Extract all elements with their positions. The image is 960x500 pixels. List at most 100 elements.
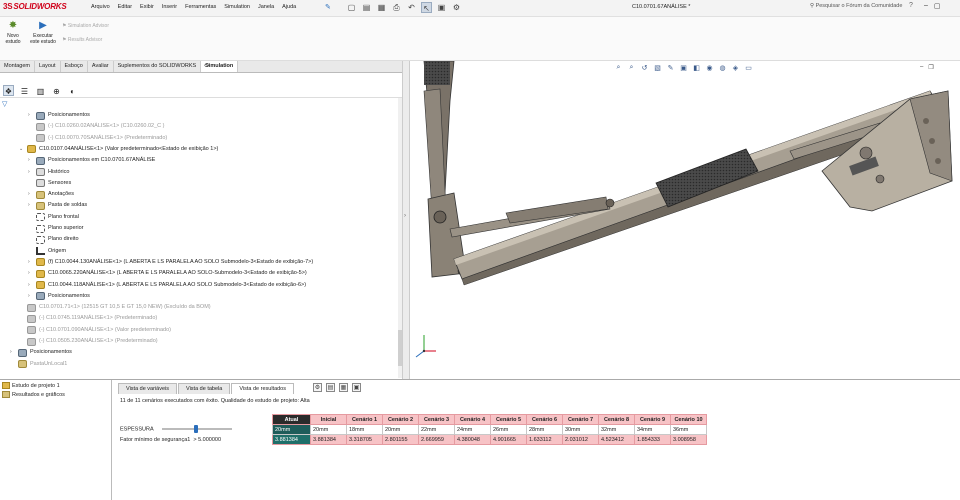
tree-item[interactable]: › C10.0044.118ANÁLISE<1> (L ABERTA E LS P… (28, 280, 306, 291)
column-header[interactable]: Inicial (310, 414, 347, 425)
menu-item[interactable]: Janela (258, 4, 274, 10)
tree-item[interactable]: Origem (28, 246, 66, 257)
expand-arrow-icon[interactable]: › (10, 347, 18, 358)
expand-arrow-icon[interactable]: › (28, 268, 36, 279)
tree-item[interactable]: (-) C10.0260.02ANÁLISE<1> (C10.0260.02_C… (28, 121, 165, 132)
menu-item[interactable]: Simulation (224, 4, 250, 10)
table-cell[interactable]: 1.854333 (634, 434, 671, 445)
menu-item[interactable]: Editar (118, 4, 132, 10)
table-cell[interactable]: 3.881384 (272, 434, 311, 445)
expand-arrow-icon[interactable]: › (28, 110, 36, 121)
viewport-restore-icon[interactable]: ❐ (928, 64, 933, 71)
search-input[interactable]: ⚲ Pesquisar o Fórum da Comunidade (810, 3, 902, 9)
zoom-to-fit-icon[interactable]: ⌕ (614, 64, 623, 72)
graphics-area[interactable] (410, 61, 960, 379)
table-cell[interactable]: 4.380048 (454, 434, 491, 445)
tree-item[interactable]: › (f) C10.0044.130ANÁLISE<1> (L ABERTA E … (28, 257, 313, 268)
tree-item[interactable]: PastaUnLocal1 (10, 359, 67, 370)
tree-item[interactable]: ⌄ C10.0107.04ANÁLISE<1> (Valor predetermi… (19, 144, 218, 155)
tree-item[interactable]: › Pasta de soldas (28, 200, 87, 211)
column-header[interactable]: Cenário 6 (526, 414, 563, 425)
dimxpert-icon[interactable]: ⊕ (51, 85, 62, 96)
slider-knob[interactable] (193, 425, 198, 434)
menu-item[interactable]: Inserir (162, 4, 177, 10)
menu-item[interactable]: Ajuda (282, 4, 296, 10)
graph-icon[interactable]: ▤ (326, 383, 335, 392)
table-cell[interactable]: 3.008958 (670, 434, 707, 445)
menu-item[interactable]: Ferramentas (185, 4, 216, 10)
table-cell[interactable]: 2.801155 (382, 434, 419, 445)
feature-tree-icon[interactable]: ❖ (3, 85, 14, 96)
table-cell[interactable]: 30mm (562, 424, 599, 435)
options-icon[interactable]: ⚙ (451, 2, 462, 13)
tree-item[interactable]: Plano frontal (28, 212, 79, 223)
table-cell[interactable]: 26mm (490, 424, 527, 435)
column-header[interactable]: Cenário 4 (454, 414, 491, 425)
table-cell[interactable]: 4.523412 (598, 434, 635, 445)
edit-appearance-icon[interactable]: ◍ (718, 64, 727, 72)
column-header[interactable]: Cenário 9 (634, 414, 671, 425)
column-header[interactable]: Cenário 5 (490, 414, 527, 425)
tree-item[interactable]: › Posicionamentos (28, 110, 90, 121)
expand-arrow-icon[interactable]: › (28, 155, 36, 166)
settings-icon[interactable]: ⚙ (313, 383, 322, 392)
tree-item[interactable]: (-) C10.0505.230ANÁLISE<1> (Predetermina… (19, 336, 158, 347)
tree-item[interactable]: › Posicionamentos em C10.0701.67ANÁLISE (28, 155, 155, 166)
table-cell[interactable]: 3.881384 (310, 434, 347, 445)
expand-arrow-icon[interactable]: › (28, 200, 36, 211)
help-icon[interactable]: ? (909, 2, 913, 9)
design-tab[interactable]: Vista de variáveis (118, 383, 178, 394)
column-header[interactable]: Atual (272, 414, 311, 425)
table-cell[interactable]: 34mm (634, 424, 671, 435)
table-icon[interactable]: ▦ (339, 383, 348, 392)
tree-item[interactable]: › C10.0065.220ANÁLISE<1> (L ABERTA E LS P… (28, 268, 307, 279)
expand-arrow-icon[interactable]: ⌄ (19, 144, 27, 155)
table-cell[interactable]: 28mm (526, 424, 563, 435)
table-cell[interactable]: 20mm (382, 424, 419, 435)
tab-scroll-arrows[interactable]: ‹ › (204, 63, 210, 69)
new-study-button[interactable]: ✸ Novo estudo (0, 20, 26, 45)
column-header[interactable]: Cenário 1 (346, 414, 383, 425)
run-study-button[interactable]: ▶ Executar este estudo (28, 20, 58, 45)
table-cell[interactable]: 20mm (272, 424, 311, 435)
display-manager-icon[interactable]: ◐ (67, 85, 78, 96)
tree-item[interactable]: Sensores (28, 178, 71, 189)
tree-item[interactable]: (-) C10.0745.119ANÁLISE<1> (Predetermina… (19, 313, 157, 324)
tree-item[interactable]: (-) C10.0701.090ANÁLISE<1> (Valor predet… (19, 325, 171, 336)
table-cell[interactable]: 22mm (418, 424, 455, 435)
tab-suplementos-do-solidworks[interactable]: Suplementos do SOLIDWORKS (114, 61, 202, 72)
table-cell[interactable]: 20mm (310, 424, 347, 435)
table-cell[interactable]: 24mm (454, 424, 491, 435)
viewport-minimize-icon[interactable]: – (920, 64, 923, 71)
expand-arrow-icon[interactable]: › (28, 280, 36, 291)
tree-item[interactable]: Plano superior (28, 223, 83, 234)
tree-item[interactable]: › Posicionamentos (28, 291, 90, 302)
panel-splitter[interactable]: › (402, 61, 410, 379)
tab-avaliar[interactable]: Avaliar (88, 61, 114, 72)
rebuild-icon[interactable]: ▣ (436, 2, 447, 13)
column-header[interactable]: Cenário 7 (562, 414, 599, 425)
design-tab[interactable]: Vista de tabela (178, 383, 231, 394)
tree-item[interactable]: › Anotações (28, 189, 74, 200)
column-header[interactable]: Cenário 3 (418, 414, 455, 425)
menu-item[interactable]: Arquivo (91, 4, 110, 10)
expand-arrow-icon[interactable]: › (28, 291, 36, 302)
table-cell[interactable]: 3.318705 (346, 434, 383, 445)
configuration-manager-icon[interactable]: ▥ (35, 85, 46, 96)
column-header[interactable]: Cenário 2 (382, 414, 419, 425)
maximize-icon[interactable]: ▢ (934, 2, 941, 10)
view-settings-icon[interactable]: ▭ (744, 64, 753, 72)
study-tree-item[interactable]: Estudo de projeto 1 (2, 382, 60, 389)
column-header[interactable]: Cenário 8 (598, 414, 635, 425)
tree-item[interactable]: (-) C10.0070.70SANÁLISE<1> (Predetermina… (28, 133, 167, 144)
tree-item[interactable]: › Histórico (28, 167, 69, 178)
tab-montagem[interactable]: Montagem (0, 61, 35, 72)
select-icon[interactable]: ↖ (421, 2, 432, 13)
save-results-icon[interactable]: ▣ (352, 383, 361, 392)
table-cell[interactable]: 32mm (598, 424, 635, 435)
table-cell[interactable]: 2.031012 (562, 434, 599, 445)
print-icon[interactable]: ⎙ (391, 2, 402, 13)
scene-icon[interactable]: ◈ (731, 64, 740, 72)
table-cell[interactable]: 2.669959 (418, 434, 455, 445)
hide-show-icon[interactable]: ◉ (705, 64, 714, 72)
